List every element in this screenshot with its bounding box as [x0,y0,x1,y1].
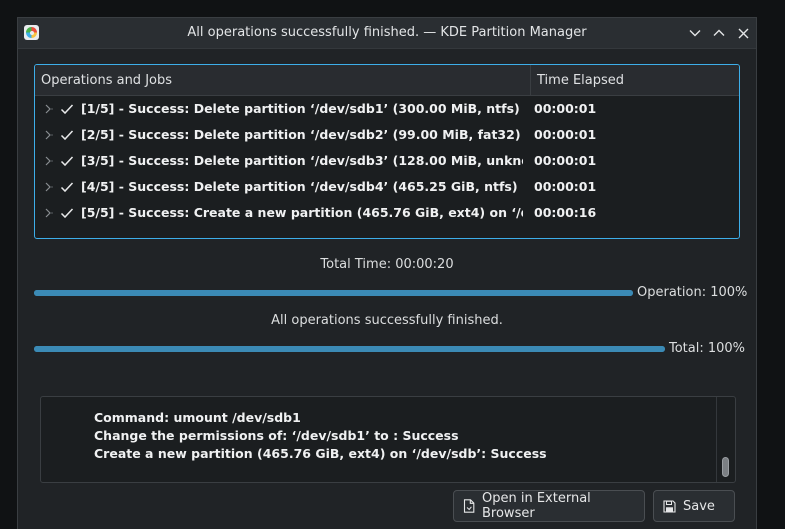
document-icon [463,499,475,513]
open-external-browser-button[interactable]: Open in External Browser [453,490,645,522]
maximize-button[interactable] [710,24,728,42]
scrollbar-handle[interactable] [722,457,729,477]
status-label: All operations successfully finished. [271,313,503,328]
operation-time: 00:00:01 [534,153,597,168]
checkmark-icon [60,156,74,167]
column-header-operations[interactable]: Operations and Jobs [41,73,172,88]
progress-dialog: All operations successfully finished. — … [17,17,757,529]
tree-row[interactable]: [4/5] - Success: Delete partition ‘/dev/… [35,174,739,200]
details-scrollbar[interactable] [716,397,735,482]
tree-row[interactable]: [3/5] - Success: Delete partition ‘/dev/… [35,148,739,174]
save-icon [663,499,676,513]
tree-row[interactable]: [2/5] - Success: Delete partition ‘/dev/… [35,122,739,148]
operation-time: 00:00:01 [534,127,597,142]
minimize-button[interactable] [686,24,704,42]
column-header-time[interactable]: Time Elapsed [537,73,624,88]
save-label: Save [683,498,715,514]
details-view[interactable]: Command: umount /dev/sdb1 Change the per… [40,396,736,483]
operation-progress-bar [34,290,633,296]
tree-row[interactable]: [1/5] - Success: Delete partition ‘/dev/… [35,96,739,122]
operation-label: [2/5] - Success: Delete partition ‘/dev/… [81,127,521,142]
details-line: Change the permissions of: ‘/dev/sdb1’ t… [94,428,459,443]
maximize-icon [713,29,725,36]
total-progress-bar [34,346,665,352]
close-icon [738,28,748,38]
chevron-right-icon[interactable] [43,104,53,114]
save-button[interactable]: Save [653,490,735,522]
operation-progress-fill [34,290,633,296]
checkmark-icon [60,130,74,141]
checkmark-icon [60,182,74,193]
tree-header: Operations and Jobs Time Elapsed [35,65,739,96]
open-external-browser-label: Open in External Browser [482,491,591,521]
chevron-right-icon[interactable] [43,182,53,192]
total-progress-fill [34,346,665,352]
total-progress-label: Total: 100% [669,341,746,356]
minimize-icon [689,30,701,37]
operation-time: 00:00:01 [534,179,597,194]
details-line: Create a new partition (465.76 GiB, ext4… [94,446,547,461]
operation-label: [5/5] - Success: Create a new partition … [81,205,523,220]
operation-label: [1/5] - Success: Delete partition ‘/dev/… [81,101,520,116]
operations-tree[interactable]: Operations and Jobs Time Elapsed [1/5] -… [34,64,740,239]
checkmark-icon [60,104,74,115]
chevron-right-icon[interactable] [43,156,53,166]
chevron-right-icon[interactable] [43,130,53,140]
operation-time: 00:00:16 [534,205,597,220]
operation-time: 00:00:01 [534,101,597,116]
operation-label: [3/5] - Success: Delete partition ‘/dev/… [81,153,523,168]
title-bar[interactable]: All operations successfully finished. — … [18,18,756,49]
window-title: All operations successfully finished. — … [187,25,587,40]
operation-progress-label: Operation: 100% [637,285,748,300]
tree-row[interactable]: [5/5] - Success: Create a new partition … [35,200,739,226]
close-button[interactable] [734,24,752,42]
operation-label: [4/5] - Success: Delete partition ‘/dev/… [81,179,518,194]
total-time-label: Total Time: 00:00:20 [320,257,454,272]
details-line: Command: umount /dev/sdb1 [94,410,301,425]
checkmark-icon [60,208,74,219]
chevron-right-icon[interactable] [43,208,53,218]
